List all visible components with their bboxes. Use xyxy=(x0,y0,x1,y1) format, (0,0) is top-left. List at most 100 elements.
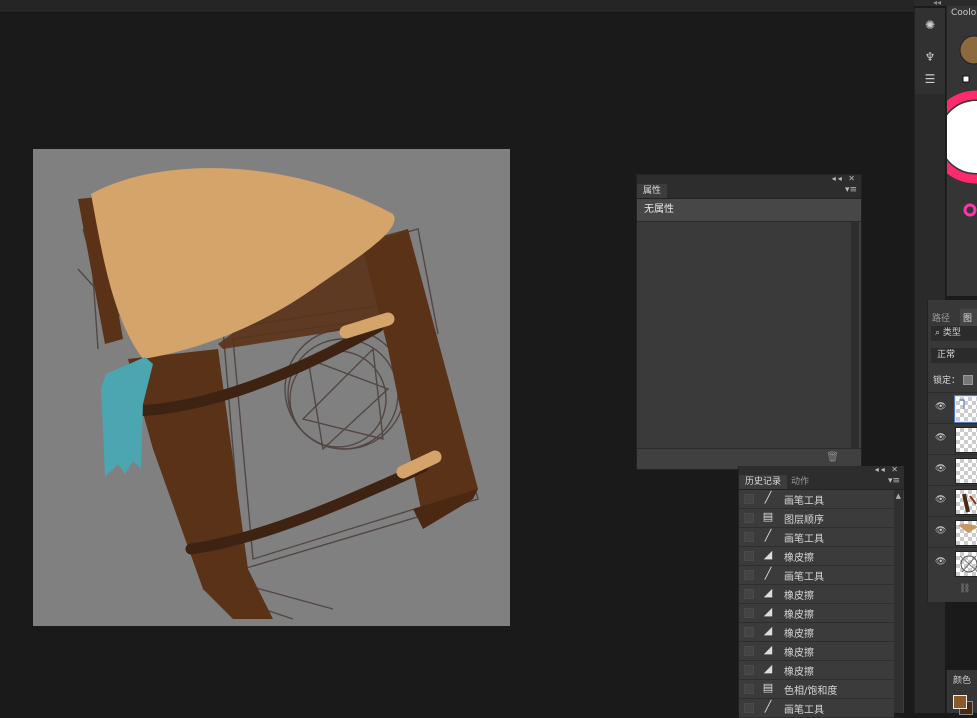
color-mode-icon xyxy=(963,203,977,217)
swatches-panel: 颜色 xyxy=(946,670,977,715)
snapshot-checkbox[interactable] xyxy=(744,684,754,694)
layer-thumbnail[interactable] xyxy=(955,489,977,515)
layer-doc-icon: ▤ xyxy=(762,681,774,694)
layer-doc-icon: ▤ xyxy=(762,510,774,523)
blend-mode-select[interactable]: 正常 xyxy=(931,348,977,363)
snapshot-checkbox[interactable] xyxy=(744,513,754,523)
scroll-up-arrow-icon[interactable]: ▲ xyxy=(896,492,901,500)
eye-icon[interactable]: 👁 xyxy=(935,464,946,474)
document-canvas[interactable] xyxy=(33,149,510,626)
layer-thumbnail[interactable] xyxy=(955,520,977,546)
history-item-label: 橡皮擦 xyxy=(784,667,814,678)
eraser-icon: ◢ xyxy=(763,548,773,561)
history-item[interactable]: ╱ 画笔工具 xyxy=(739,528,894,547)
history-item[interactable]: ◢ 橡皮擦 xyxy=(739,547,894,566)
brush-icon: ╱ xyxy=(764,529,772,542)
link-icon[interactable]: ⛓ xyxy=(959,584,970,594)
brush-icon: ╱ xyxy=(764,491,772,504)
layer-row[interactable]: 👁 xyxy=(928,454,977,485)
history-item-label: 图层顺序 xyxy=(784,515,824,526)
layer-row[interactable]: 👁 xyxy=(928,392,977,423)
snapshot-checkbox[interactable] xyxy=(744,570,754,580)
panel-menu-icon[interactable]: ▾≡ xyxy=(845,185,857,195)
eraser-icon: ◢ xyxy=(763,624,773,637)
history-item[interactable]: ◢ 橡皮擦 xyxy=(739,623,894,642)
painting-artwork xyxy=(77,168,479,620)
history-item-label: 画笔工具 xyxy=(784,705,824,716)
snapshot-checkbox[interactable] xyxy=(744,665,754,675)
tab-swatches[interactable]: 颜色 xyxy=(953,673,971,686)
history-item-label: 画笔工具 xyxy=(784,534,824,545)
history-item[interactable]: ◢ 橡皮擦 xyxy=(739,642,894,661)
foreground-color-swatch[interactable] xyxy=(953,695,967,709)
eye-icon[interactable]: 👁 xyxy=(935,402,946,412)
eye-icon[interactable]: 👁 xyxy=(935,526,946,536)
history-item[interactable]: ▤ 色相/饱和度 xyxy=(739,680,894,699)
brush-settings-icon[interactable]: ♆ xyxy=(921,48,939,66)
color-wheel[interactable] xyxy=(947,22,977,252)
layer-thumbnail[interactable] xyxy=(955,396,977,422)
swap-colors-icon xyxy=(962,75,970,83)
layer-row[interactable]: 👁 xyxy=(928,423,977,454)
collapse-icon[interactable]: ◂◂ xyxy=(875,465,887,474)
history-item[interactable]: ▤ 图层顺序 xyxy=(739,509,894,528)
eraser-icon: ◢ xyxy=(763,586,773,599)
gear-sun-icon[interactable]: ✺ xyxy=(921,16,939,34)
layers-panel: 路径 图层 ⌕ 类型 正常 锁定： 👁👁👁👁👁👁 ⛓ xyxy=(927,300,977,602)
dock-collapse-icon[interactable]: ◂◂ xyxy=(933,0,941,7)
tab-properties[interactable]: 属性 xyxy=(637,184,668,198)
eye-icon[interactable]: 👁 xyxy=(935,557,946,567)
snapshot-checkbox[interactable] xyxy=(744,646,754,656)
close-icon[interactable]: ✕ xyxy=(848,174,857,183)
history-scrollbar[interactable] xyxy=(894,490,903,713)
properties-scrollbar[interactable] xyxy=(851,222,859,448)
close-icon[interactable]: ✕ xyxy=(891,465,900,474)
snapshot-checkbox[interactable] xyxy=(744,703,754,713)
history-item[interactable]: ◢ 橡皮擦 xyxy=(739,604,894,623)
history-item-label: 色相/饱和度 xyxy=(784,686,838,697)
history-item-label: 橡皮擦 xyxy=(784,591,814,602)
snapshot-checkbox[interactable] xyxy=(744,532,754,542)
history-item[interactable]: ╱ 画笔工具 xyxy=(739,490,894,509)
color-panel: Coolo xyxy=(946,6,977,296)
tab-actions[interactable]: 动作 xyxy=(785,475,815,489)
history-item-label: 橡皮擦 xyxy=(784,610,814,621)
lock-label: 锁定： xyxy=(933,376,961,386)
layer-row[interactable]: 👁 xyxy=(928,516,977,547)
sliders-icon[interactable]: ☰ xyxy=(921,70,939,88)
properties-body xyxy=(637,222,851,448)
history-item[interactable]: ◢ 橡皮擦 xyxy=(739,661,894,680)
snapshot-checkbox[interactable] xyxy=(744,551,754,561)
history-panel: ◂◂ ✕ 历史记录 动作 ▾≡ ╱ 画笔工具 ▤ 图层顺序 ╱ 画笔工具 ◢ 橡皮擦 ╱ 画笔工具… xyxy=(738,465,904,718)
snapshot-checkbox[interactable] xyxy=(744,494,754,504)
history-item-label: 橡皮擦 xyxy=(784,648,814,659)
history-item[interactable]: ╱ 画笔工具 xyxy=(739,699,894,718)
layer-thumbnail[interactable] xyxy=(955,427,977,453)
brush-icon: ╱ xyxy=(764,567,772,580)
snapshot-checkbox[interactable] xyxy=(744,608,754,618)
tab-color-picker[interactable]: Coolo xyxy=(951,8,976,18)
eraser-icon: ◢ xyxy=(763,643,773,656)
layer-row[interactable]: 👁 xyxy=(928,547,977,578)
eye-icon[interactable]: 👁 xyxy=(935,495,946,505)
tab-paths[interactable]: 路径 xyxy=(932,311,950,324)
foreground-color-swatch xyxy=(959,35,977,65)
eye-icon[interactable]: 👁 xyxy=(935,433,946,443)
layer-row[interactable]: 👁 xyxy=(928,485,977,516)
side-tool-strip: ✺ ♆ ☰ xyxy=(914,8,945,94)
snapshot-checkbox[interactable] xyxy=(744,589,754,599)
history-item[interactable]: ◢ 橡皮擦 xyxy=(739,585,894,604)
eraser-icon: ◢ xyxy=(763,605,773,618)
brush-icon: ╱ xyxy=(764,700,772,713)
lock-transparency-icon[interactable] xyxy=(963,375,973,385)
tab-history[interactable]: 历史记录 xyxy=(739,475,788,489)
collapse-icon[interactable]: ◂◂ xyxy=(832,174,844,183)
snapshot-checkbox[interactable] xyxy=(744,627,754,637)
history-item[interactable]: ╱ 画笔工具 xyxy=(739,566,894,585)
layer-filter-select[interactable]: ⌕ 类型 xyxy=(931,326,977,341)
history-item-label: 画笔工具 xyxy=(784,572,824,583)
layer-thumbnail[interactable] xyxy=(955,458,977,484)
trash-icon[interactable]: 🗑 xyxy=(826,452,839,463)
panel-menu-icon[interactable]: ▾≡ xyxy=(888,476,900,486)
layer-thumbnail[interactable] xyxy=(955,551,977,577)
